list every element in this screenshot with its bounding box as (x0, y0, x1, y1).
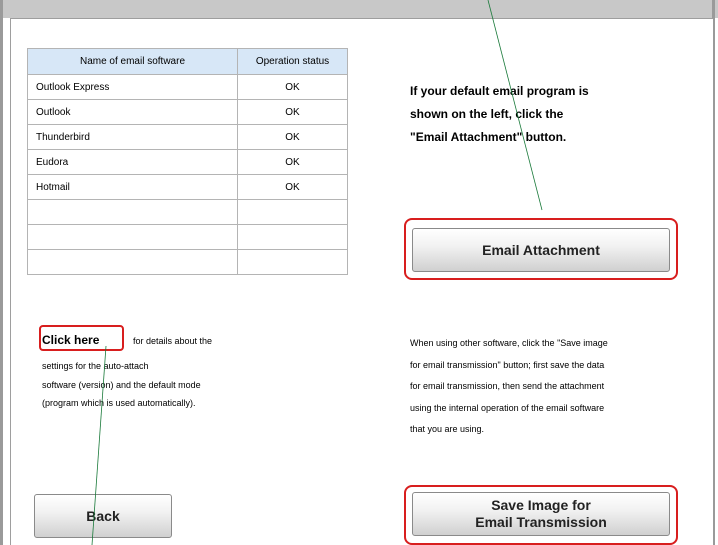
details-text: settings for the auto-attach software (v… (42, 357, 302, 413)
table-row: Thunderbird OK (27, 124, 348, 150)
email-attachment-button[interactable]: Email Attachment (412, 228, 670, 272)
other-software-line: for email transmission, then send the at… (410, 381, 605, 391)
software-name-cell: Eudora (27, 149, 238, 175)
status-cell: OK (237, 124, 348, 150)
save-image-button[interactable]: Save Image for Email Transmission (412, 492, 670, 536)
column-header-software: Name of email software (27, 48, 238, 75)
software-name-cell: Thunderbird (27, 124, 238, 150)
table-row (27, 224, 348, 250)
status-cell: OK (237, 149, 348, 175)
status-cell: OK (237, 74, 348, 100)
back-button[interactable]: Back (34, 494, 172, 538)
software-name-cell: Hotmail (27, 174, 238, 200)
save-image-label-line1: Save Image for (491, 497, 591, 513)
details-line: software (version) and the default mode (42, 379, 201, 390)
table-header-row: Name of email software Operation status (27, 48, 348, 75)
click-here-link[interactable]: Click here (42, 333, 99, 347)
status-cell: OK (237, 174, 348, 200)
other-software-line: using the internal operation of the emai… (410, 402, 605, 413)
table-row (27, 249, 348, 275)
save-image-label-line2: Email Transmission (475, 514, 607, 530)
software-name-cell (27, 224, 238, 250)
email-software-table: Name of email software Operation status … (27, 48, 348, 275)
status-cell (237, 199, 348, 225)
instruction-line: If your default email program is (410, 84, 589, 98)
software-name-cell: Outlook Express (27, 74, 238, 100)
instruction-line: shown on the left, click the (410, 107, 564, 121)
other-software-line: for email transmission" button; first sa… (410, 359, 605, 370)
instruction-line: "Email Attachment" button. (410, 130, 567, 144)
table-row: Hotmail OK (27, 174, 348, 200)
table-row: Outlook Express OK (27, 74, 348, 100)
software-name-cell (27, 199, 238, 225)
status-cell: OK (237, 99, 348, 125)
status-cell (237, 249, 348, 275)
status-cell (237, 224, 348, 250)
details-line: settings for the auto-attach (42, 361, 149, 371)
default-program-instruction: If your default email program is shown o… (410, 80, 670, 149)
other-software-instruction: When using other software, click the "Sa… (410, 333, 680, 441)
details-line: (program which is used automatically). (42, 398, 196, 408)
details-lead-text: for details about the (133, 336, 213, 346)
table-row: Outlook OK (27, 99, 348, 125)
other-software-line: that you are using. (410, 424, 485, 434)
table-row (27, 199, 348, 225)
table-row: Eudora OK (27, 149, 348, 175)
column-header-status: Operation status (237, 48, 348, 75)
software-name-cell (27, 249, 238, 275)
other-software-line: When using other software, click the "Sa… (410, 338, 608, 348)
software-name-cell: Outlook (27, 99, 238, 125)
